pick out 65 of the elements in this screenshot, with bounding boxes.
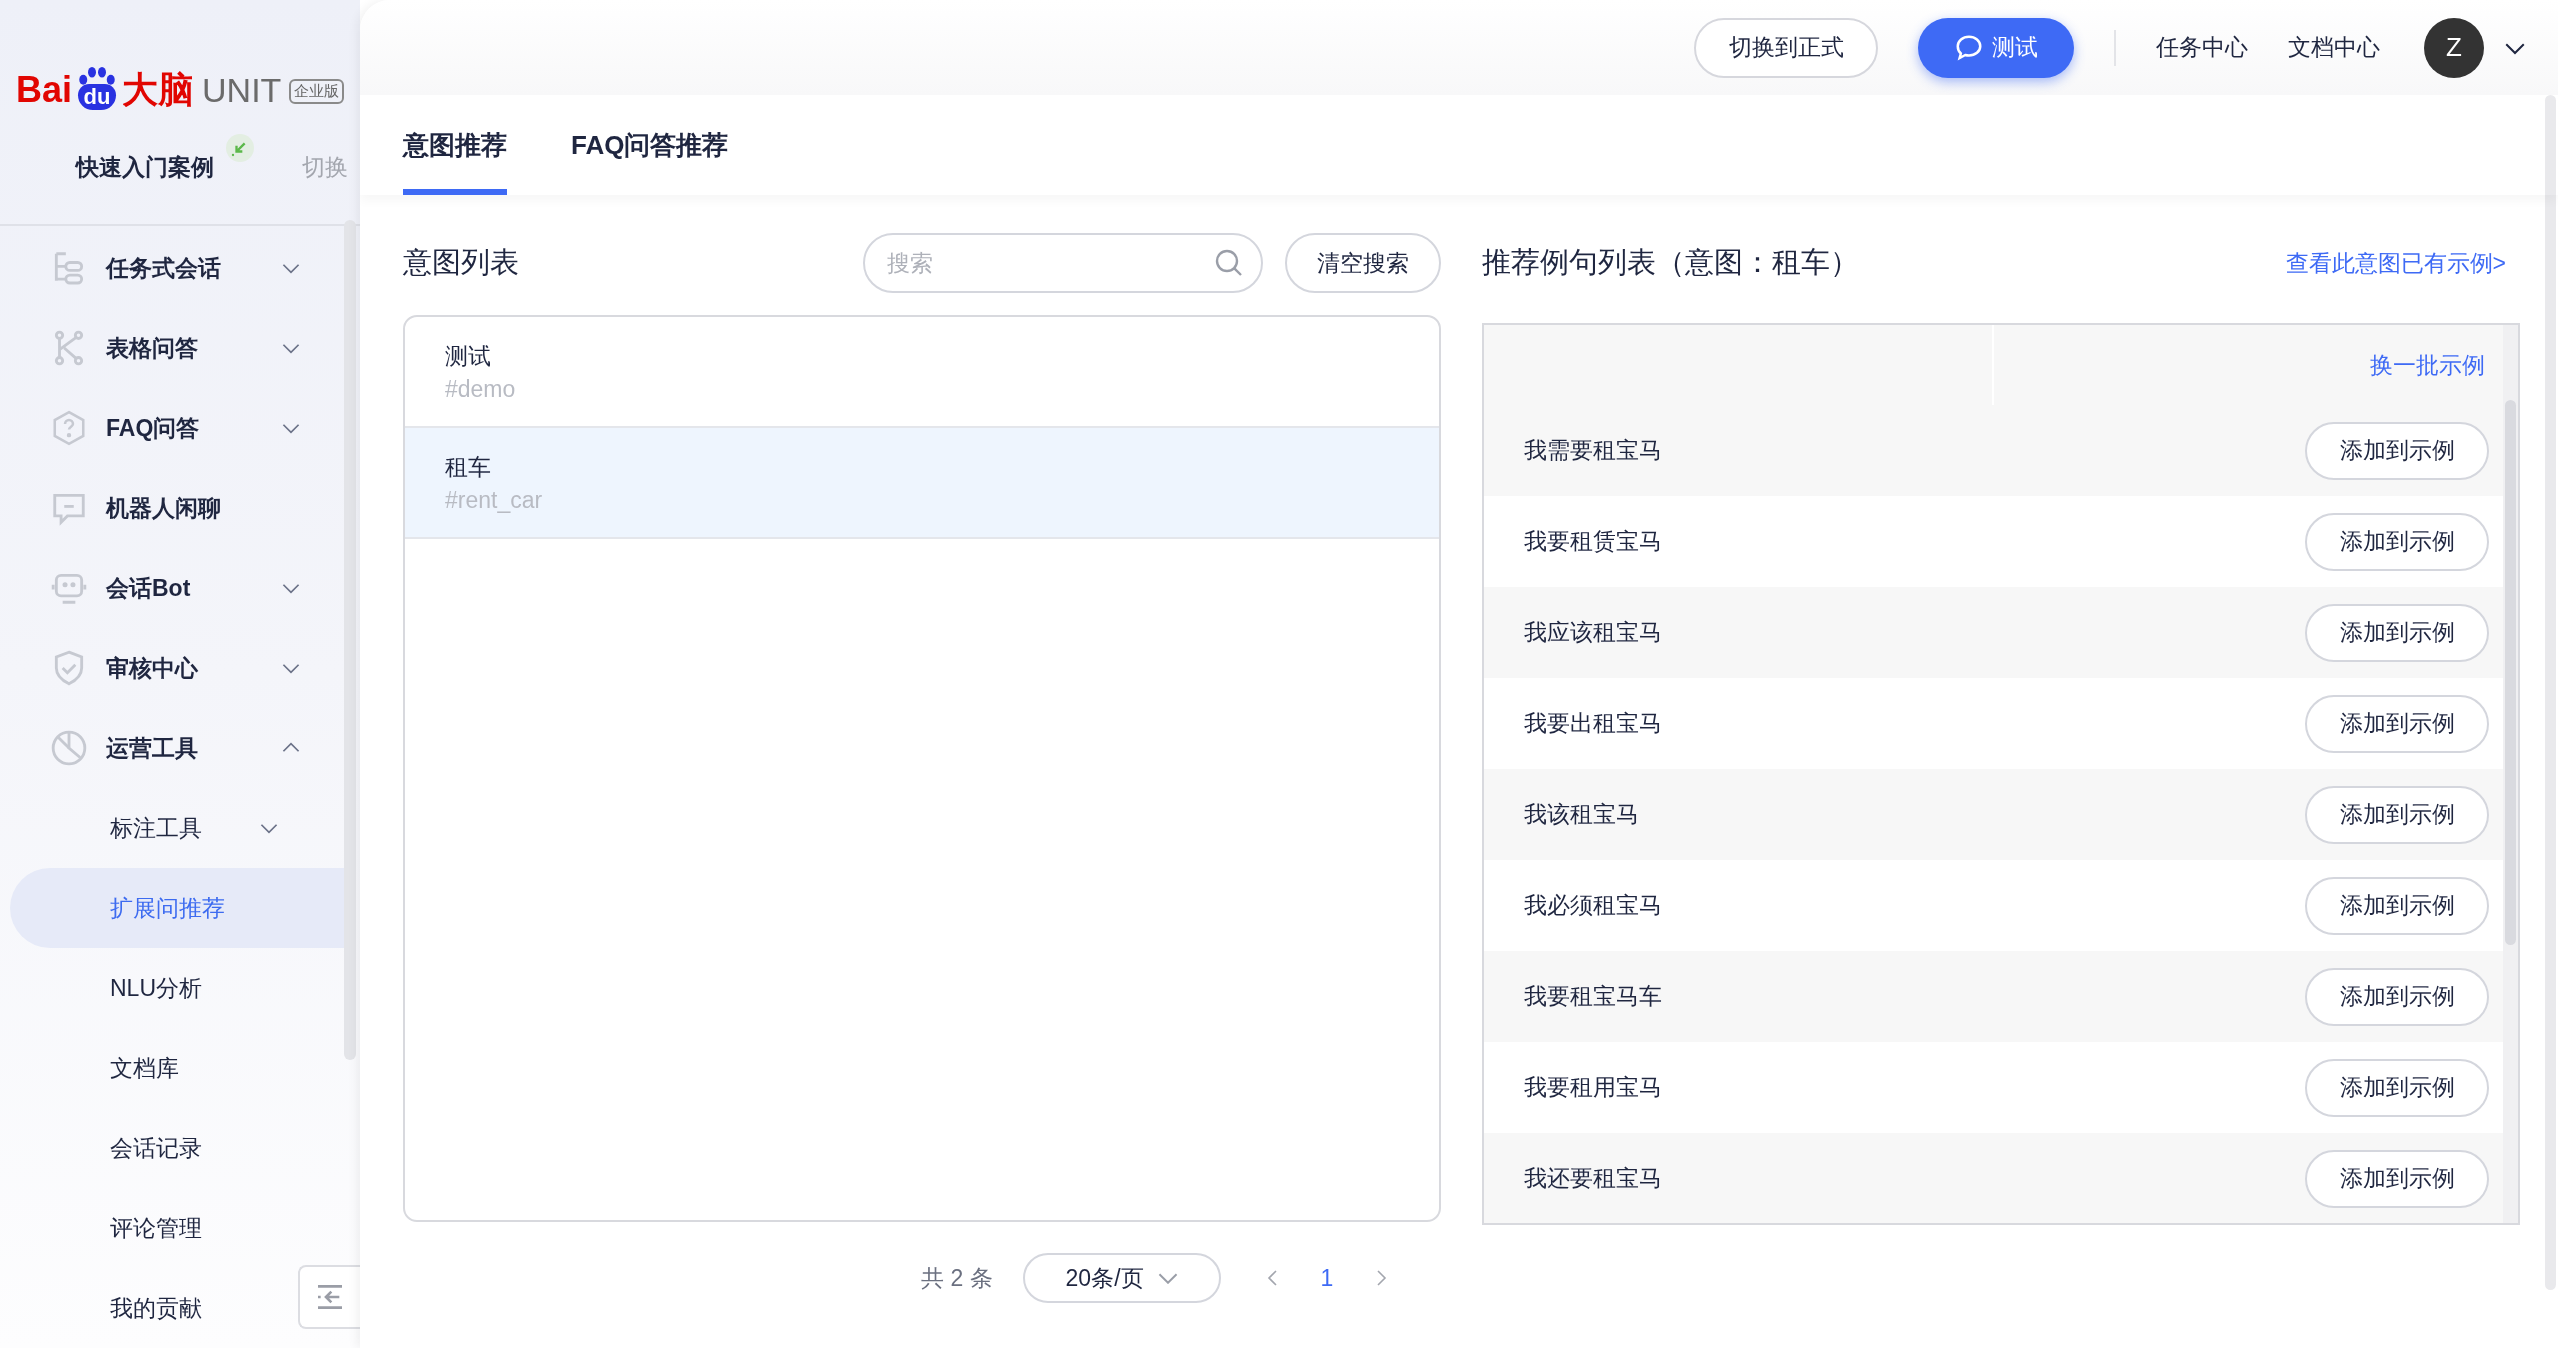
sidebar-item[interactable]: 表格问答 bbox=[0, 308, 346, 388]
sidebar-item[interactable]: FAQ问答 bbox=[0, 388, 346, 468]
table-cell-text: 我该租宝马 bbox=[1524, 800, 1640, 829]
nav-link[interactable]: 文档中心 bbox=[2288, 32, 2380, 63]
edition-badge: 企业版 bbox=[289, 79, 345, 104]
quick-start-label[interactable]: 快速入门案例 bbox=[76, 151, 214, 183]
logo-text: du bbox=[77, 84, 117, 110]
table-cell-text: 我应该租宝马 bbox=[1524, 618, 1663, 647]
intent-id: #demo bbox=[445, 375, 517, 403]
add-example-button[interactable]: 添加到示例 bbox=[2305, 785, 2489, 844]
panel-title: 意图列表 bbox=[403, 245, 519, 280]
add-example-button[interactable]: 添加到示例 bbox=[2305, 1058, 2489, 1117]
sidebar-item[interactable]: 扩展问推荐 bbox=[10, 868, 346, 948]
add-example-button[interactable]: 添加到示例 bbox=[2305, 694, 2489, 753]
add-example-button[interactable]: 添加到示例 bbox=[2305, 512, 2489, 571]
switch-button[interactable]: 切换到正式 bbox=[1694, 17, 1878, 78]
test-button[interactable]: 测试 bbox=[1918, 17, 2074, 78]
table-cell-text: 我要租用宝马 bbox=[1524, 1073, 1663, 1102]
chevron-down-icon bbox=[1157, 1272, 1178, 1284]
total-count: 共 2 条 bbox=[921, 1263, 993, 1293]
table-cell-text: 我还要租宝马 bbox=[1524, 1164, 1663, 1193]
sidebar-item[interactable]: 文档库 bbox=[0, 1028, 290, 1108]
product-name: UNIT bbox=[202, 70, 282, 110]
sidebar-item[interactable]: 评论管理 bbox=[0, 1188, 290, 1268]
sidebar-item[interactable]: 我的贡献 bbox=[0, 1268, 290, 1348]
panel-title: 推荐例句列表（意图：租车） bbox=[1482, 245, 1859, 280]
add-example-button[interactable]: 添加到示例 bbox=[2305, 421, 2489, 480]
view-examples-link[interactable]: 查看此意图已有示例> bbox=[2285, 247, 2506, 279]
add-example-button[interactable]: 添加到示例 bbox=[2305, 603, 2489, 662]
scrollbar[interactable] bbox=[344, 220, 356, 1060]
search-field[interactable]: 搜索 bbox=[863, 233, 1263, 293]
help-hexagon-icon bbox=[50, 409, 88, 447]
sidebar-item[interactable]: 会话Bot bbox=[0, 548, 346, 628]
collapse-button[interactable] bbox=[298, 1265, 360, 1329]
sidebar-item[interactable]: 会话记录 bbox=[0, 1108, 290, 1188]
intent-name: 租车 bbox=[445, 452, 492, 482]
add-example-button[interactable]: 添加到示例 bbox=[2305, 1149, 2489, 1208]
add-example-button[interactable]: 添加到示例 bbox=[2305, 967, 2489, 1026]
logo-text: Bai bbox=[16, 70, 73, 110]
refresh-link[interactable]: 换一批示例 bbox=[2370, 349, 2485, 381]
tab[interactable]: FAQ问答推荐 bbox=[571, 95, 729, 195]
logo-text: 大脑 bbox=[122, 70, 195, 110]
clear-search-button[interactable]: 清空搜索 bbox=[1285, 233, 1441, 293]
intent-name: 测试 bbox=[445, 341, 492, 371]
page-number[interactable]: 1 bbox=[1320, 1264, 1334, 1292]
table-cell-text: 我需要租宝马 bbox=[1524, 436, 1663, 465]
sidebar-item[interactable]: 审核中心 bbox=[0, 628, 346, 708]
sidebar-item[interactable]: NLU分析 bbox=[0, 948, 290, 1028]
intent-id: #rent_car bbox=[445, 486, 544, 514]
scrollbar[interactable] bbox=[2545, 95, 2556, 1290]
table-cell-text: 我要租赁宝马 bbox=[1524, 527, 1663, 556]
nav-link[interactable]: 任务中心 bbox=[2156, 32, 2248, 63]
add-example-button[interactable]: 添加到示例 bbox=[2305, 876, 2489, 935]
table-cell-text: 我必须租宝马 bbox=[1524, 891, 1663, 920]
sidebar-item[interactable]: 任务式会话 bbox=[0, 228, 346, 308]
intent-item[interactable]: 租车 #rent_car bbox=[405, 428, 1439, 539]
pie-chart-icon bbox=[50, 729, 88, 767]
sidebar-item[interactable]: 运营工具 bbox=[0, 708, 346, 788]
sidebar-item[interactable]: 标注工具 bbox=[0, 788, 290, 868]
table-cell-text: 我要出租宝马 bbox=[1524, 709, 1663, 738]
table-cell-text: 我要租宝马车 bbox=[1524, 982, 1663, 1011]
avatar[interactable]: Z bbox=[2424, 17, 2484, 78]
page-size-select[interactable]: 20条/页 bbox=[1022, 1253, 1221, 1303]
sidebar-item[interactable]: 机器人闲聊 bbox=[0, 468, 346, 548]
tab[interactable]: 意图推荐 bbox=[403, 95, 507, 195]
